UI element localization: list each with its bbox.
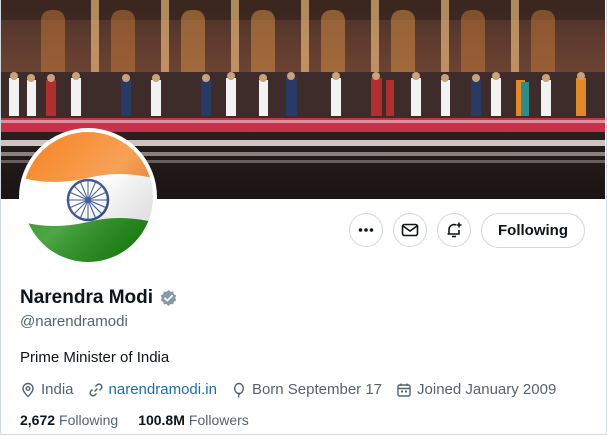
profile-meta: India narendramodi.in Born September 17 … xyxy=(20,381,570,398)
website-item: narendramodi.in xyxy=(88,381,217,398)
birthday-text: Born September 17 xyxy=(251,381,383,398)
followers-count: 100.8M xyxy=(138,412,185,428)
india-flag-avatar-icon xyxy=(23,132,153,262)
location-item: India xyxy=(20,381,74,398)
followers-count-link[interactable]: 100.8M Followers xyxy=(138,412,249,428)
following-button[interactable]: Following xyxy=(481,213,585,248)
more-button[interactable] xyxy=(349,213,383,247)
more-icon xyxy=(358,228,374,232)
calendar-icon xyxy=(397,383,411,397)
user-handle: @narendramodi xyxy=(20,313,128,330)
followers-label: Followers xyxy=(188,412,249,428)
location-text: India xyxy=(41,381,74,398)
joined-text: Joined January 2009 xyxy=(417,381,557,398)
profile-bio: Prime Minister of India xyxy=(20,349,170,366)
follow-counts: 2,672 Following 100.8M Followers xyxy=(20,412,269,428)
notify-button[interactable] xyxy=(437,213,471,247)
profile-avatar[interactable] xyxy=(19,128,157,266)
bell-plus-icon xyxy=(447,222,462,238)
following-count: 2,672 xyxy=(20,412,56,428)
website-link[interactable]: narendramodi.in xyxy=(109,381,217,398)
balloon-icon xyxy=(233,382,244,398)
verified-badge-icon[interactable] xyxy=(159,289,178,308)
mail-icon xyxy=(401,223,419,237)
name-row: Narendra Modi xyxy=(20,287,178,309)
location-pin-icon xyxy=(22,382,34,397)
following-count-link[interactable]: 2,672 Following xyxy=(20,412,118,428)
display-name: Narendra Modi xyxy=(20,287,154,308)
message-button[interactable] xyxy=(393,213,427,247)
following-label: Following xyxy=(59,412,119,428)
birthday-item: Born September 17 xyxy=(231,381,382,398)
joined-item: Joined January 2009 xyxy=(396,381,556,398)
link-icon xyxy=(88,382,103,397)
